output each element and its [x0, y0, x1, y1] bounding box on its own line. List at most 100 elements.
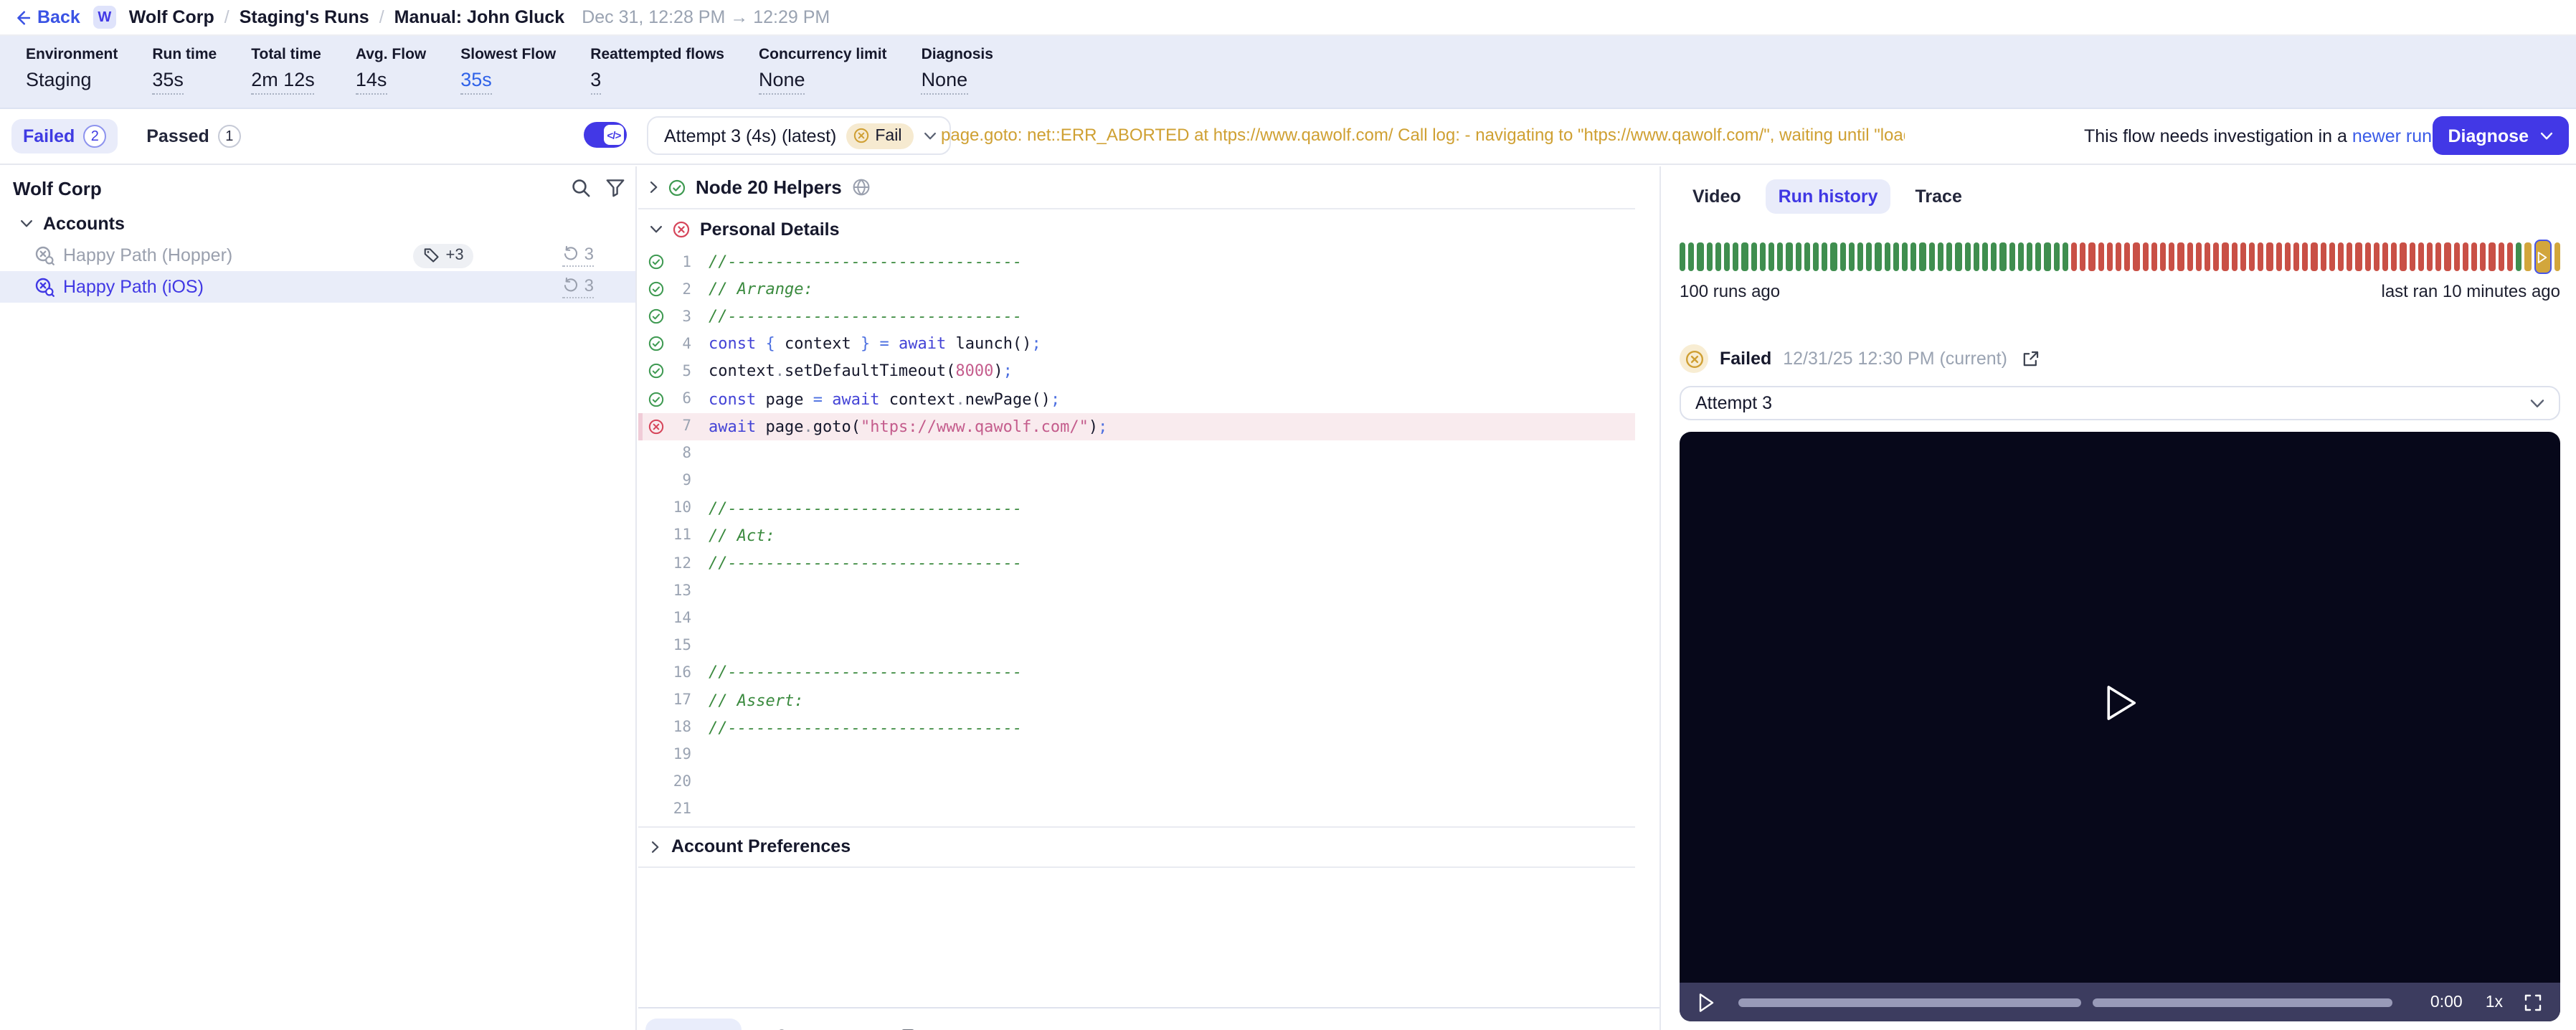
- run-bar-green[interactable]: [1937, 242, 1944, 271]
- run-bar-green[interactable]: [1991, 242, 1997, 271]
- run-bar-red[interactable]: [2159, 242, 2167, 271]
- run-bar-red[interactable]: [2293, 242, 2300, 271]
- run-bar-green[interactable]: [1804, 242, 1811, 271]
- attempt-dropdown-button[interactable]: Attempt 3 (4s) (latest) Fail: [647, 116, 951, 155]
- run-bar-red[interactable]: [2453, 242, 2460, 271]
- code-view-toggle[interactable]: </>: [584, 122, 627, 148]
- run-bar-green[interactable]: [2009, 242, 2015, 271]
- run-bar-red[interactable]: [2266, 242, 2273, 271]
- run-bar-red[interactable]: [2462, 242, 2469, 271]
- seek-bar-segment-2[interactable]: [2093, 998, 2392, 1006]
- run-bar-red[interactable]: [2338, 242, 2344, 271]
- filter-icon[interactable]: [605, 178, 625, 198]
- run-bar-green[interactable]: [2516, 242, 2522, 271]
- open-external-icon[interactable]: [2022, 349, 2040, 368]
- run-bar-amber[interactable]: [2554, 242, 2560, 271]
- run-bar-amber[interactable]: [2524, 242, 2531, 271]
- run-bar-green[interactable]: [1724, 242, 1730, 271]
- section-account-preferences[interactable]: Account Preferences: [638, 826, 1635, 868]
- seek-bar-segment-1[interactable]: [1738, 998, 2081, 1006]
- run-bar-red[interactable]: [2151, 242, 2157, 271]
- tab-passed[interactable]: Passed 1: [135, 119, 252, 153]
- run-bar-red[interactable]: [2471, 242, 2478, 271]
- run-bar-green[interactable]: [1680, 242, 1686, 271]
- run-bar-green[interactable]: [1848, 242, 1855, 271]
- run-bar-green[interactable]: [1822, 242, 1828, 271]
- run-bar-green[interactable]: [1768, 242, 1775, 271]
- run-bar-green[interactable]: [1706, 242, 1713, 271]
- video-player[interactable]: 0:00 1x: [1680, 432, 2560, 1021]
- run-bar-red[interactable]: [2311, 242, 2318, 271]
- run-bar-red[interactable]: [2302, 242, 2309, 271]
- tab-run-history[interactable]: Run history: [1765, 179, 1891, 214]
- run-bar-red[interactable]: [2329, 242, 2336, 271]
- run-bar-red[interactable]: [2249, 242, 2255, 271]
- sidebar-item-happy-path-ios-[interactable]: Happy Path (iOS) 3: [0, 271, 635, 303]
- run-bar-red[interactable]: [2213, 242, 2220, 271]
- run-bar-red[interactable]: [2258, 242, 2264, 271]
- sidebar-group-accounts[interactable]: Accounts: [0, 208, 635, 240]
- run-bar-green[interactable]: [2053, 242, 2060, 271]
- newer-run-link[interactable]: newer run: [2352, 126, 2432, 146]
- run-bar-red[interactable]: [2427, 242, 2433, 271]
- play-button[interactable]: [1698, 992, 1714, 1012]
- run-bar-green[interactable]: [1875, 242, 1882, 271]
- play-icon[interactable]: [2101, 681, 2139, 724]
- run-bar-red[interactable]: [2435, 242, 2442, 271]
- run-bar-red[interactable]: [2098, 242, 2104, 271]
- run-bar-green[interactable]: [1697, 242, 1704, 271]
- run-bar-red[interactable]: [2355, 242, 2362, 271]
- run-bar-green[interactable]: [1795, 242, 1801, 271]
- run-bar-green[interactable]: [1973, 242, 1979, 271]
- breadcrumb-item[interactable]: Manual: John Gluck: [394, 7, 565, 27]
- tab-details[interactable]: Details: [759, 1019, 868, 1030]
- run-bar-green[interactable]: [1839, 242, 1846, 271]
- run-bar-green[interactable]: [2026, 242, 2033, 271]
- run-bar-red[interactable]: [2115, 242, 2122, 271]
- run-bar-red[interactable]: [2231, 242, 2238, 271]
- run-bar-red[interactable]: [2347, 242, 2353, 271]
- run-bar-green[interactable]: [2017, 242, 2024, 271]
- run-bar-red[interactable]: [2409, 242, 2415, 271]
- run-bar-green[interactable]: [1964, 242, 1971, 271]
- run-bar-red[interactable]: [2373, 242, 2380, 271]
- run-bar-red[interactable]: [2418, 242, 2425, 271]
- run-bar-red[interactable]: [2222, 242, 2229, 271]
- run-bar-red[interactable]: [2088, 242, 2096, 271]
- run-bar-red[interactable]: [2187, 242, 2193, 271]
- tab-logs[interactable]: Logs: [645, 1019, 742, 1030]
- run-bar-red[interactable]: [2444, 242, 2451, 271]
- run-bar-red[interactable]: [2498, 242, 2504, 271]
- run-bar-red[interactable]: [2195, 242, 2202, 271]
- run-bar-green[interactable]: [1830, 242, 1837, 271]
- playback-speed-button[interactable]: 1x: [2486, 993, 2503, 1011]
- run-bar-green[interactable]: [1759, 242, 1766, 271]
- run-bar-red[interactable]: [2489, 242, 2496, 271]
- tab-video[interactable]: Video: [1680, 179, 1754, 214]
- run-bar-green[interactable]: [1910, 242, 1917, 271]
- run-bar-red[interactable]: [2080, 242, 2086, 271]
- run-bar-green[interactable]: [1884, 242, 1890, 271]
- run-bar-green[interactable]: [1733, 242, 1739, 271]
- tab-notes[interactable]: Notes: [885, 1019, 986, 1030]
- section-personal-details[interactable]: Personal Details: [638, 214, 1635, 245]
- run-bar-red[interactable]: [2124, 242, 2131, 271]
- run-bar-red[interactable]: [2106, 242, 2113, 271]
- fullscreen-icon[interactable]: [2524, 993, 2542, 1011]
- run-bar-red[interactable]: [2382, 242, 2389, 271]
- run-bar-green[interactable]: [1999, 242, 2007, 271]
- run-bar-green[interactable]: [1813, 242, 1819, 271]
- run-bar-red[interactable]: [2142, 242, 2149, 271]
- breadcrumb-item[interactable]: Wolf Corp: [129, 7, 214, 27]
- run-bar-green[interactable]: [1893, 242, 1900, 271]
- code-lines[interactable]: 1 //------------------------------- 2 // Ar…: [638, 248, 1635, 823]
- run-bar-red[interactable]: [2480, 242, 2486, 271]
- run-bar-green[interactable]: [2062, 242, 2068, 271]
- run-bar-red[interactable]: [2400, 242, 2407, 271]
- run-bar-red[interactable]: [2391, 242, 2397, 271]
- diagnose-button[interactable]: Diagnose: [2432, 116, 2569, 155]
- back-button[interactable]: Back: [14, 7, 80, 27]
- run-bar-green[interactable]: [2044, 242, 2051, 271]
- run-bar-green[interactable]: [1715, 242, 1722, 271]
- run-bar-green[interactable]: [1946, 242, 1953, 271]
